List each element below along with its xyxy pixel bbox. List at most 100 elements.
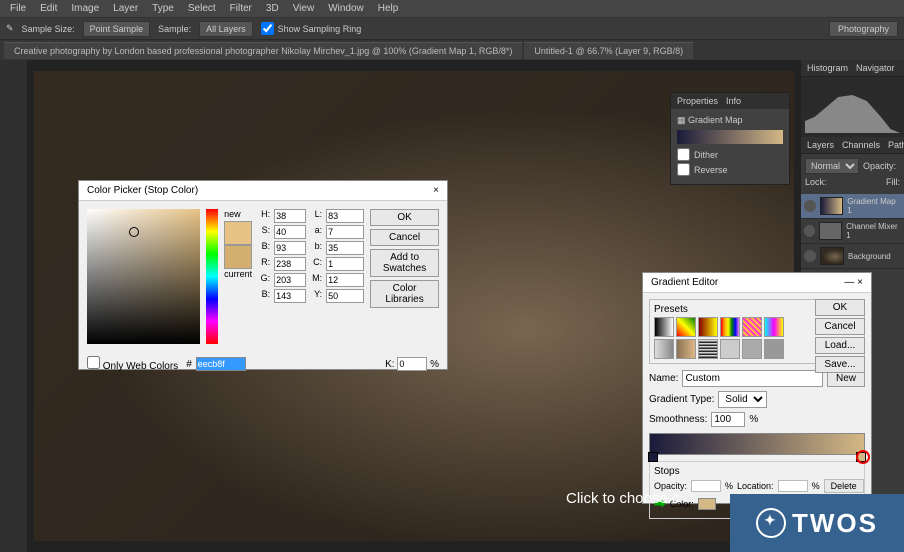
color-libraries-button[interactable]: Color Libraries xyxy=(370,280,439,308)
menu-bar: File Edit Image Layer Type Select Filter… xyxy=(0,0,904,18)
preset-swatch[interactable] xyxy=(764,339,784,359)
layer-thumbnail[interactable] xyxy=(819,222,842,240)
rgb-b-input[interactable] xyxy=(274,289,306,303)
l-input[interactable] xyxy=(326,209,364,223)
layer-thumbnail[interactable] xyxy=(820,197,843,215)
tooltip-text: Click to choose c xyxy=(566,490,679,507)
preset-swatch[interactable] xyxy=(698,339,718,359)
r-input[interactable] xyxy=(274,257,306,271)
menu-layer[interactable]: Layer xyxy=(107,1,144,16)
blend-mode-dropdown[interactable]: Normal xyxy=(805,158,859,174)
k-input[interactable] xyxy=(397,357,427,371)
sample-dropdown[interactable]: All Layers xyxy=(199,21,253,37)
workspace-switcher[interactable]: Photography xyxy=(829,21,898,37)
m-input[interactable] xyxy=(326,273,364,287)
smoothness-input[interactable] xyxy=(711,412,745,427)
lab-b-label: b: xyxy=(310,241,322,255)
menu-filter[interactable]: Filter xyxy=(224,1,258,16)
c-label: C: xyxy=(310,257,322,271)
color-field[interactable] xyxy=(87,209,200,344)
color-stop-swatch[interactable] xyxy=(698,498,716,510)
tab-layers[interactable]: Layers xyxy=(807,140,834,150)
preset-swatch[interactable] xyxy=(676,317,696,337)
tab-channels[interactable]: Channels xyxy=(842,140,880,150)
menu-help[interactable]: Help xyxy=(372,1,405,16)
lock-label: Lock: xyxy=(805,177,827,187)
visibility-icon[interactable] xyxy=(804,250,816,262)
visibility-icon[interactable] xyxy=(804,225,815,237)
preset-swatch[interactable] xyxy=(676,339,696,359)
percent-label: % xyxy=(749,414,758,425)
new-label: new xyxy=(224,209,252,219)
location-input[interactable] xyxy=(778,480,808,492)
tool-palette[interactable] xyxy=(0,60,28,552)
dialog-title: Color Picker (Stop Color) xyxy=(87,185,198,196)
show-sampling-ring-checkbox[interactable] xyxy=(261,22,274,35)
dither-checkbox[interactable] xyxy=(677,148,690,161)
b-input[interactable] xyxy=(274,241,306,255)
s-input[interactable] xyxy=(274,225,306,239)
tab-navigator[interactable]: Navigator xyxy=(856,63,895,73)
menu-file[interactable]: File xyxy=(4,1,32,16)
preset-swatch[interactable] xyxy=(720,317,740,337)
preset-swatch[interactable] xyxy=(764,317,784,337)
menu-edit[interactable]: Edit xyxy=(34,1,63,16)
gradient-type-dropdown[interactable]: Solid xyxy=(718,391,767,408)
load-button[interactable]: Load... xyxy=(815,337,865,354)
tab-properties[interactable]: Properties xyxy=(677,96,718,106)
add-to-swatches-button[interactable]: Add to Swatches xyxy=(370,249,439,277)
gradient-bar[interactable] xyxy=(649,433,865,455)
only-web-colors-checkbox[interactable] xyxy=(87,356,100,369)
ok-button[interactable]: OK xyxy=(370,209,439,226)
preset-swatch[interactable] xyxy=(654,317,674,337)
layer-channel-mixer[interactable]: Channel Mixer 1 xyxy=(801,219,904,244)
menu-image[interactable]: Image xyxy=(65,1,105,16)
only-web-colors-label: Only Web Colors xyxy=(103,361,178,372)
preset-swatch[interactable] xyxy=(698,317,718,337)
menu-3d[interactable]: 3D xyxy=(260,1,285,16)
tab-document-1[interactable]: Creative photography by London based pro… xyxy=(4,42,522,59)
gradient-icon: ▦ xyxy=(677,115,686,125)
preset-swatch[interactable] xyxy=(654,339,674,359)
layer-gradient-map[interactable]: Gradient Map 1 xyxy=(801,194,904,219)
menu-window[interactable]: Window xyxy=(322,1,370,16)
menu-view[interactable]: View xyxy=(287,1,321,16)
opacity-stop-input[interactable] xyxy=(691,480,721,492)
menu-type[interactable]: Type xyxy=(146,1,180,16)
tab-info[interactable]: Info xyxy=(726,96,741,106)
a-input[interactable] xyxy=(326,225,364,239)
g-input[interactable] xyxy=(274,273,306,287)
tab-paths[interactable]: Paths xyxy=(888,140,904,150)
c-input[interactable] xyxy=(326,257,364,271)
color-stop-left[interactable] xyxy=(648,452,658,462)
lab-b-input[interactable] xyxy=(326,241,364,255)
close-icon[interactable]: × xyxy=(433,185,439,196)
visibility-icon[interactable] xyxy=(804,200,816,212)
cancel-button[interactable]: Cancel xyxy=(815,318,865,335)
sample-size-dropdown[interactable]: Point Sample xyxy=(83,21,151,37)
hue-slider[interactable] xyxy=(206,209,218,344)
name-input[interactable] xyxy=(682,370,823,387)
hex-input[interactable] xyxy=(196,357,246,371)
layer-background[interactable]: Background xyxy=(801,244,904,269)
tab-histogram[interactable]: Histogram xyxy=(807,63,848,73)
y-input[interactable] xyxy=(326,289,364,303)
tab-document-2[interactable]: Untitled-1 @ 66.7% (Layer 9, RGB/8) xyxy=(524,42,693,59)
close-icon[interactable]: × xyxy=(857,277,863,288)
menu-select[interactable]: Select xyxy=(182,1,222,16)
current-color-swatch[interactable] xyxy=(224,245,252,269)
preset-swatch[interactable] xyxy=(720,339,740,359)
preset-swatch[interactable] xyxy=(742,317,762,337)
preset-swatch[interactable] xyxy=(742,339,762,359)
cancel-button[interactable]: Cancel xyxy=(370,229,439,246)
ok-button[interactable]: OK xyxy=(815,299,865,316)
gradient-preview[interactable] xyxy=(677,130,783,144)
layer-thumbnail[interactable] xyxy=(820,247,844,265)
delete-button[interactable]: Delete xyxy=(824,479,864,493)
save-button[interactable]: Save... xyxy=(815,356,865,373)
h-input[interactable] xyxy=(274,209,306,223)
sample-label: Sample: xyxy=(158,24,191,34)
minimize-icon[interactable]: — xyxy=(844,277,854,288)
r-label: R: xyxy=(258,257,270,271)
reverse-checkbox[interactable] xyxy=(677,163,690,176)
